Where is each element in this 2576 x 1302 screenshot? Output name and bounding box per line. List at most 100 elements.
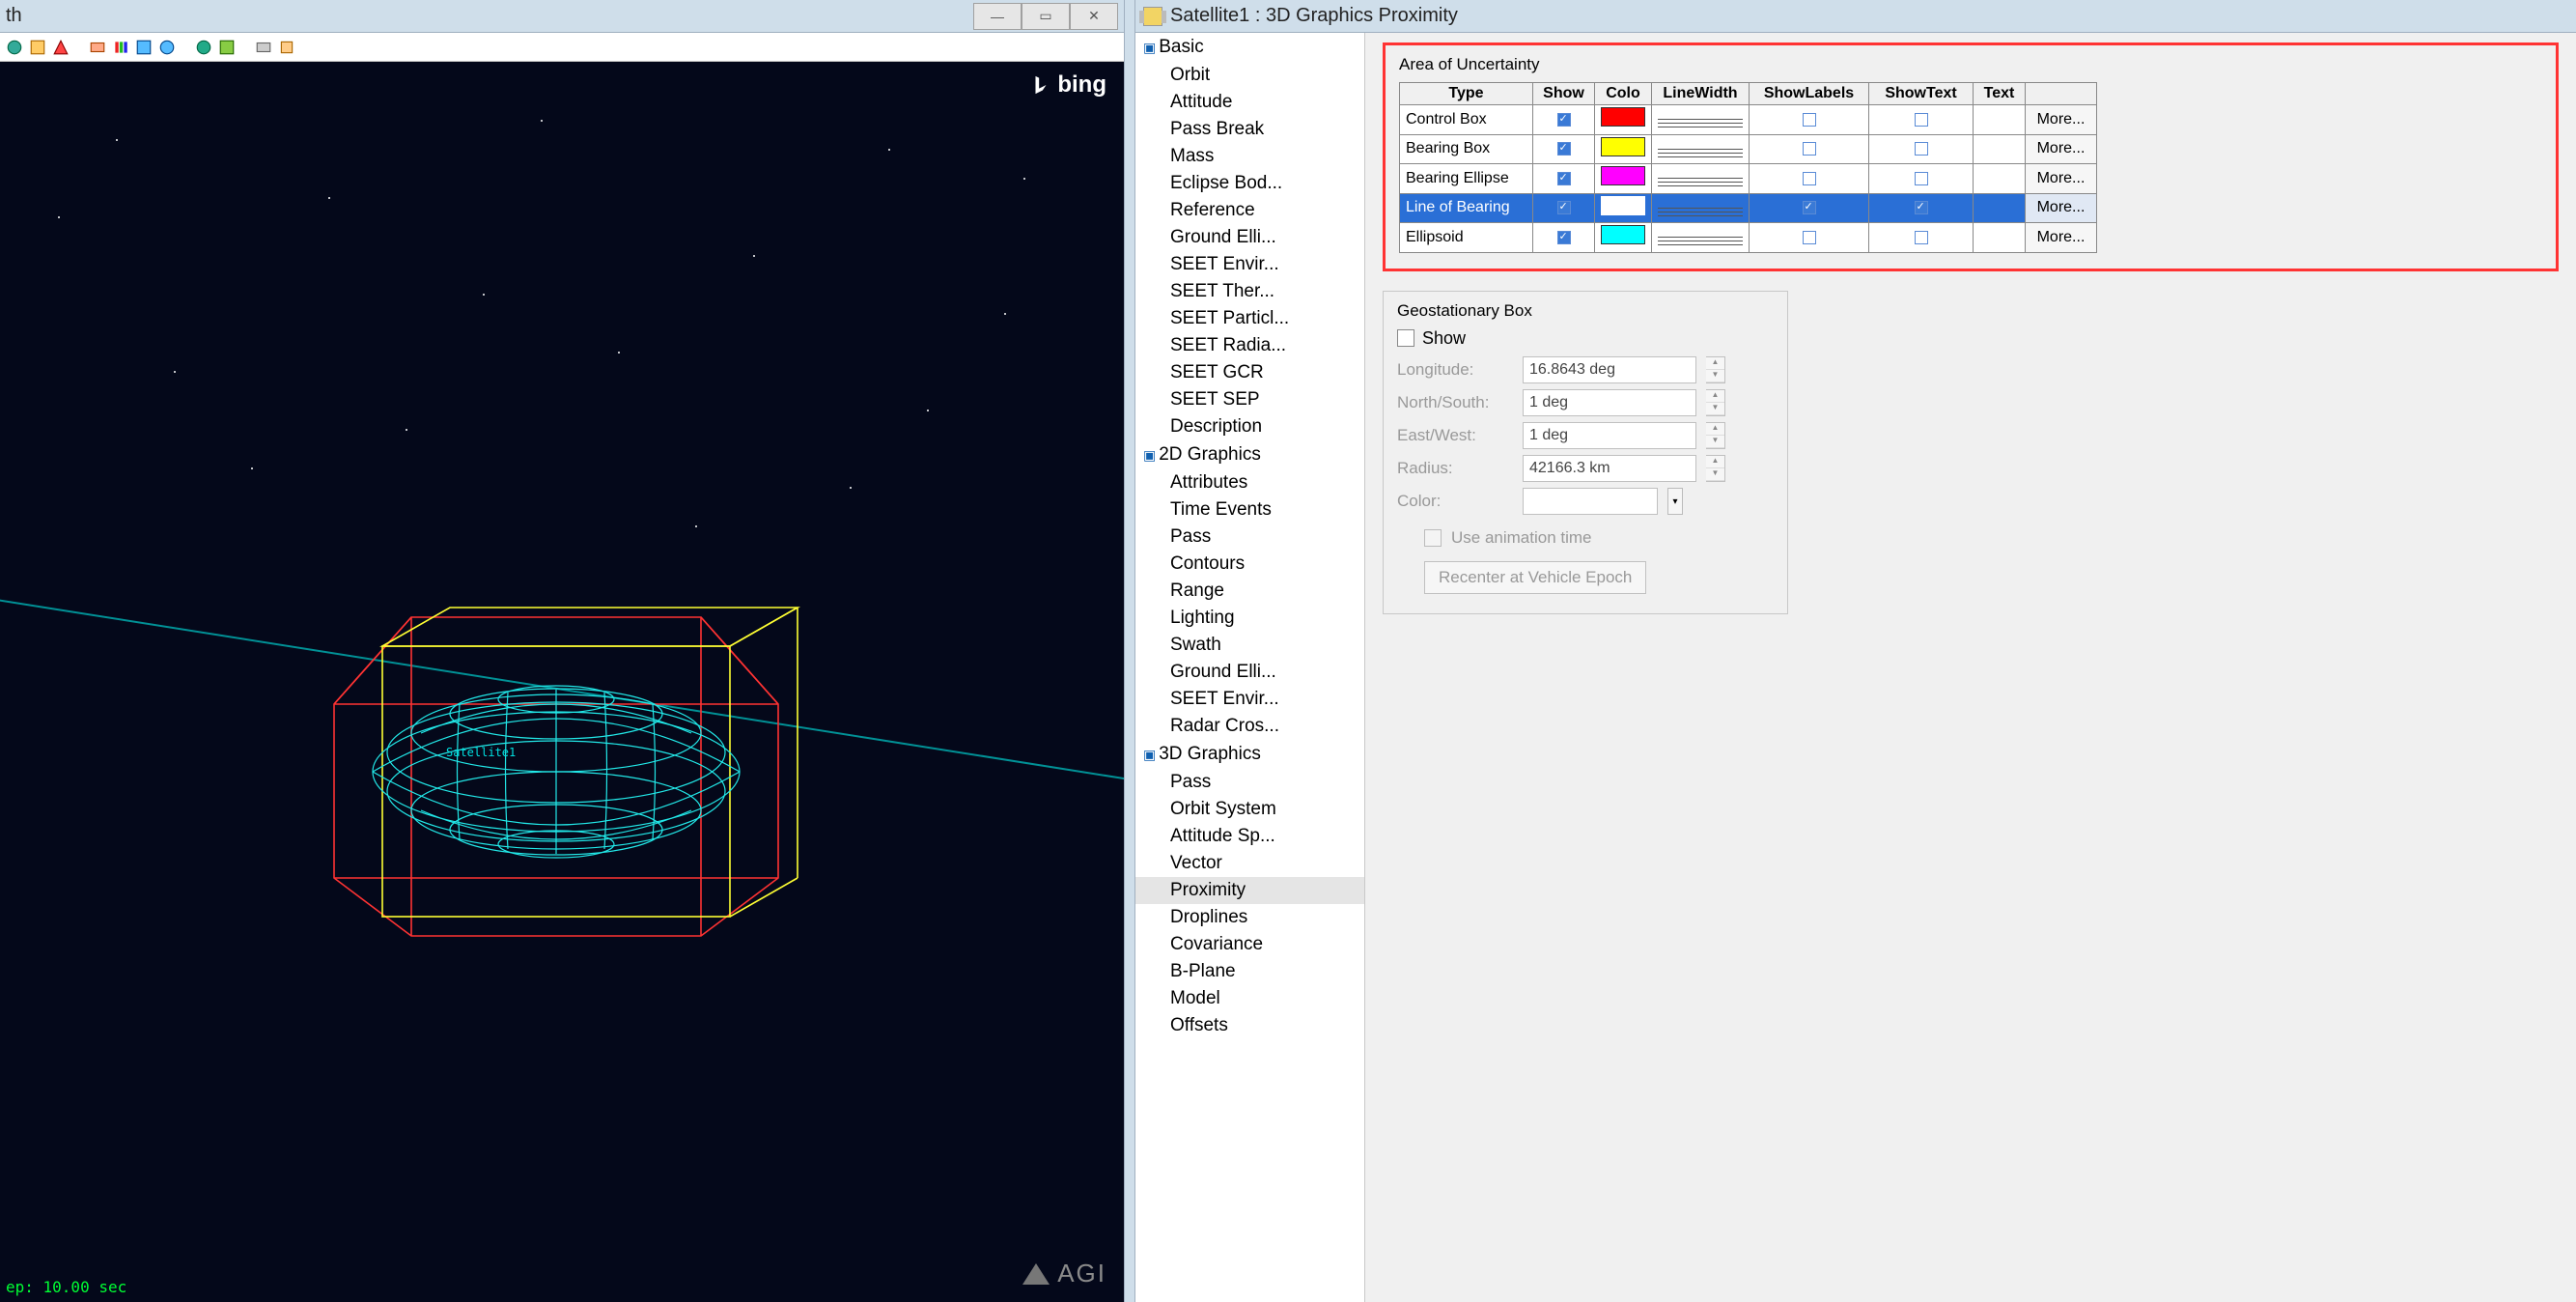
- nav-item[interactable]: SEET Radia...: [1135, 332, 1364, 359]
- nav-item[interactable]: Reference: [1135, 197, 1364, 224]
- minimize-button[interactable]: —: [973, 3, 1022, 30]
- color-cell[interactable]: [1595, 223, 1652, 253]
- nav-item[interactable]: SEET Envir...: [1135, 686, 1364, 713]
- showtext-cell[interactable]: [1869, 223, 1974, 253]
- spinner[interactable]: ▲▼: [1706, 422, 1725, 449]
- more-button[interactable]: More...: [2026, 164, 2097, 194]
- nav-item[interactable]: Swath: [1135, 632, 1364, 659]
- earth-3d-view[interactable]: bing: [0, 62, 1124, 1302]
- nav-item[interactable]: SEET Envir...: [1135, 251, 1364, 278]
- showlabels-cell[interactable]: [1750, 105, 1869, 135]
- linewidth-cell[interactable]: [1652, 134, 1750, 164]
- text-cell[interactable]: [1974, 164, 2026, 194]
- nav-item[interactable]: SEET Ther...: [1135, 278, 1364, 305]
- nav-item[interactable]: Attributes: [1135, 469, 1364, 496]
- color-cell[interactable]: [1595, 134, 1652, 164]
- geo-ns-input[interactable]: [1523, 389, 1696, 416]
- properties-titlebar[interactable]: Satellite1 : 3D Graphics Proximity: [1135, 0, 2576, 33]
- text-cell[interactable]: [1974, 223, 2026, 253]
- toolbar-icon[interactable]: [112, 39, 129, 56]
- toolbar-icon[interactable]: [195, 39, 212, 56]
- nav-tree[interactable]: ▣BasicOrbitAttitudePass BreakMassEclipse…: [1135, 33, 1365, 1302]
- linewidth-cell[interactable]: [1652, 223, 1750, 253]
- nav-item[interactable]: Orbit: [1135, 62, 1364, 89]
- nav-group[interactable]: ▣2D Graphics: [1135, 440, 1364, 469]
- nav-item[interactable]: SEET SEP: [1135, 386, 1364, 413]
- toolbar-icon[interactable]: [278, 39, 295, 56]
- geo-ew-input[interactable]: [1523, 422, 1696, 449]
- nav-item[interactable]: Proximity: [1135, 877, 1364, 904]
- showtext-cell[interactable]: [1869, 164, 1974, 194]
- nav-item[interactable]: SEET Particl...: [1135, 305, 1364, 332]
- color-dropdown-icon[interactable]: ▾: [1667, 488, 1683, 515]
- toolbar-icon[interactable]: [158, 39, 176, 56]
- nav-item[interactable]: Covariance: [1135, 931, 1364, 958]
- earth-titlebar[interactable]: th — ▭ ✕: [0, 0, 1124, 33]
- toolbar-icon[interactable]: [89, 39, 106, 56]
- table-row[interactable]: Control BoxMore...: [1400, 105, 2097, 135]
- more-button[interactable]: More...: [2026, 193, 2097, 223]
- more-button[interactable]: More...: [2026, 223, 2097, 253]
- linewidth-cell[interactable]: [1652, 164, 1750, 194]
- more-button[interactable]: More...: [2026, 105, 2097, 135]
- nav-item[interactable]: Radar Cros...: [1135, 713, 1364, 740]
- nav-item[interactable]: SEET GCR: [1135, 359, 1364, 386]
- nav-item[interactable]: Pass: [1135, 524, 1364, 551]
- geo-longitude-input[interactable]: [1523, 356, 1696, 383]
- spinner[interactable]: ▲▼: [1706, 455, 1725, 482]
- table-row[interactable]: EllipsoidMore...: [1400, 223, 2097, 253]
- showlabels-cell[interactable]: [1750, 164, 1869, 194]
- text-cell[interactable]: [1974, 105, 2026, 135]
- showlabels-cell[interactable]: [1750, 223, 1869, 253]
- toolbar-icon[interactable]: [218, 39, 236, 56]
- show-cell[interactable]: [1533, 164, 1595, 194]
- show-cell[interactable]: [1533, 105, 1595, 135]
- nav-item[interactable]: Time Events: [1135, 496, 1364, 524]
- toolbar-icon[interactable]: [52, 39, 70, 56]
- nav-item[interactable]: Vector: [1135, 850, 1364, 877]
- close-button[interactable]: ✕: [1070, 3, 1118, 30]
- nav-item[interactable]: Droplines: [1135, 904, 1364, 931]
- geo-show-checkbox[interactable]: Show: [1397, 328, 1774, 349]
- more-button[interactable]: More...: [2026, 134, 2097, 164]
- toolbar-icon[interactable]: [255, 39, 272, 56]
- color-cell[interactable]: [1595, 193, 1652, 223]
- nav-item[interactable]: Attitude Sp...: [1135, 823, 1364, 850]
- spinner[interactable]: ▲▼: [1706, 389, 1725, 416]
- color-cell[interactable]: [1595, 105, 1652, 135]
- geo-color-input[interactable]: [1523, 488, 1658, 515]
- show-cell[interactable]: [1533, 193, 1595, 223]
- showlabels-cell[interactable]: [1750, 134, 1869, 164]
- table-row[interactable]: Line of BearingMore...: [1400, 193, 2097, 223]
- nav-item[interactable]: Ground Elli...: [1135, 659, 1364, 686]
- maximize-button[interactable]: ▭: [1022, 3, 1070, 30]
- table-row[interactable]: Bearing BoxMore...: [1400, 134, 2097, 164]
- geo-radius-input[interactable]: [1523, 455, 1696, 482]
- toolbar-icon[interactable]: [135, 39, 153, 56]
- nav-group[interactable]: ▣Basic: [1135, 33, 1364, 62]
- toolbar-icon[interactable]: [29, 39, 46, 56]
- spinner[interactable]: ▲▼: [1706, 356, 1725, 383]
- recenter-button[interactable]: Recenter at Vehicle Epoch: [1424, 561, 1646, 594]
- showlabels-cell[interactable]: [1750, 193, 1869, 223]
- nav-item[interactable]: Contours: [1135, 551, 1364, 578]
- showtext-cell[interactable]: [1869, 105, 1974, 135]
- nav-item[interactable]: Offsets: [1135, 1012, 1364, 1039]
- show-cell[interactable]: [1533, 134, 1595, 164]
- nav-item[interactable]: Attitude: [1135, 89, 1364, 116]
- toolbar-icon[interactable]: [6, 39, 23, 56]
- divider[interactable]: [1124, 0, 1135, 1302]
- table-row[interactable]: Bearing EllipseMore...: [1400, 164, 2097, 194]
- use-animation-time-checkbox[interactable]: Use animation time: [1424, 528, 1774, 548]
- linewidth-cell[interactable]: [1652, 193, 1750, 223]
- color-cell[interactable]: [1595, 164, 1652, 194]
- nav-item[interactable]: Orbit System: [1135, 796, 1364, 823]
- nav-item[interactable]: B-Plane: [1135, 958, 1364, 985]
- nav-item[interactable]: Range: [1135, 578, 1364, 605]
- nav-item[interactable]: Description: [1135, 413, 1364, 440]
- nav-item[interactable]: Lighting: [1135, 605, 1364, 632]
- text-cell[interactable]: [1974, 134, 2026, 164]
- linewidth-cell[interactable]: [1652, 105, 1750, 135]
- show-cell[interactable]: [1533, 223, 1595, 253]
- nav-item[interactable]: Model: [1135, 985, 1364, 1012]
